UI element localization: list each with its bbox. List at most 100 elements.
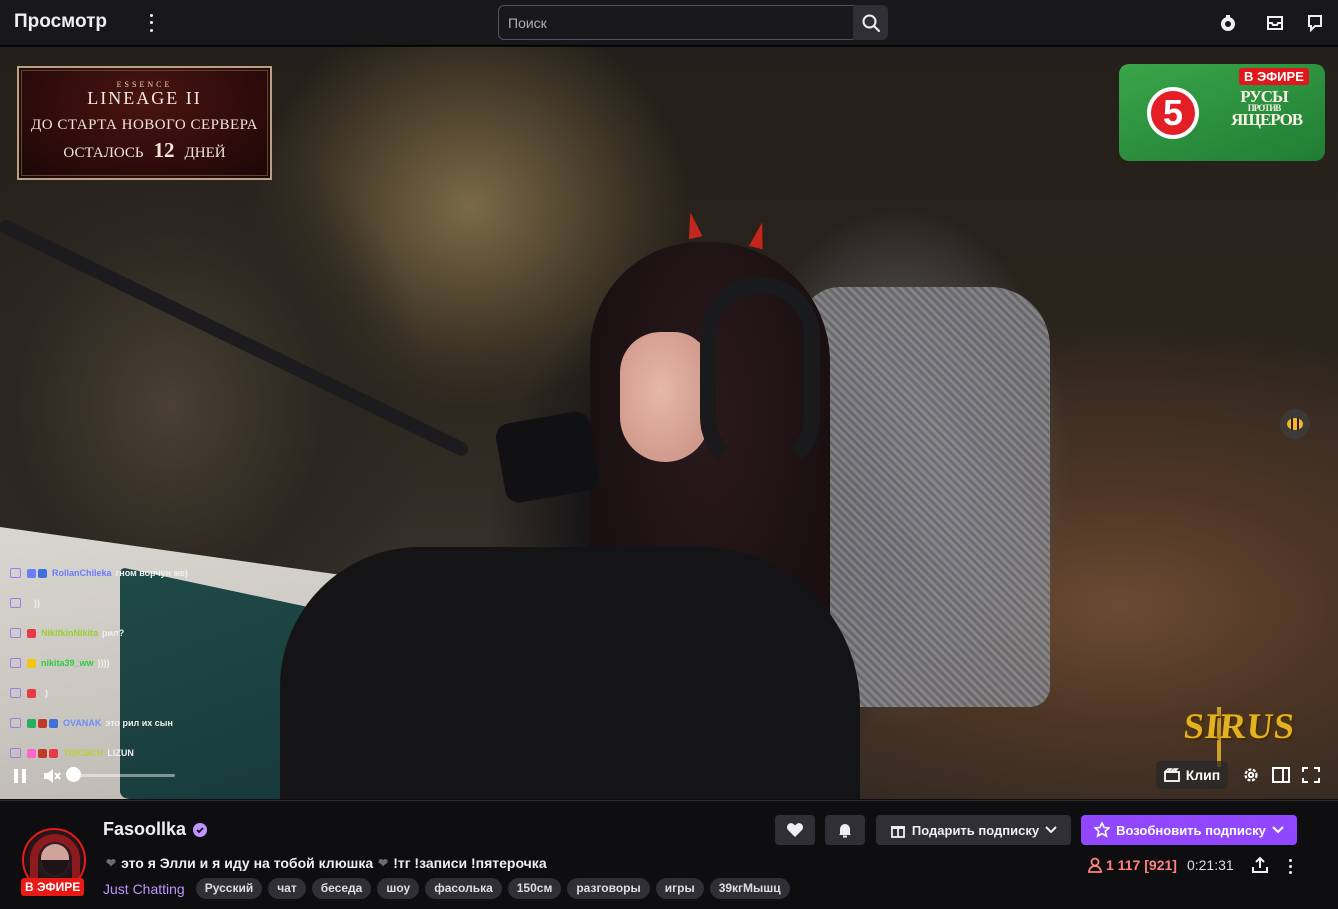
promo-line-2: ОСТАЛОСЬ 12 ДНЕЙ [63,138,225,163]
clip-button[interactable]: Клип [1156,761,1228,789]
search-bar [498,5,888,40]
chat-username[interactable]: RollanChileka [52,568,112,578]
search-icon [862,14,880,32]
viewer-icon [1088,857,1102,873]
show-title: РУСЫ ПРОТИВ ЯЩЕРОВ [1231,88,1303,128]
chat-badge-icon [27,568,36,578]
notifications-button[interactable] [825,815,865,845]
chat-username[interactable]: OVANAK [63,718,101,728]
prime-loot-icon[interactable] [1217,12,1239,34]
clip-icon [1163,768,1180,782]
search-input[interactable] [498,5,853,40]
chat-text: это рил их сын [105,718,173,728]
top-bar: Просмотр [0,0,1338,46]
whispers-icon[interactable] [1304,12,1326,34]
chat-message: NikitkinNikita рил? [10,618,250,648]
promo-line-2-pre: ОСТАЛОСЬ [63,145,144,161]
tag[interactable]: фасолька [425,878,502,899]
channel-logo: 5 [1147,87,1199,139]
tag[interactable]: 39кгМышц [709,878,790,899]
promo-days-count: 12 [153,138,175,162]
chat-badge-icon [49,718,58,728]
stream-title: ❤ это я Элли и я иду на тобой клюшка ❤ !… [106,855,547,871]
resubscribe-label: Возобновить подписку [1116,822,1266,838]
tv-live-tag: В ЭФИРЕ [1239,68,1309,85]
scene-horn [683,210,703,240]
settings-icon[interactable] [1242,766,1260,789]
chat-badge-icon [38,568,47,578]
viewer-count-extra: [921] [1144,857,1177,873]
chat-text: LIZUN [107,748,134,758]
bell-icon [839,824,851,838]
gift-subscription-button[interactable]: Подарить подписку [876,815,1071,845]
scene-microphone [493,409,602,505]
inbox-icon[interactable] [1264,12,1286,34]
search-button[interactable] [853,5,888,40]
category-link[interactable]: Just Chatting [103,881,185,897]
chat-message: nikita39_ww)))) [10,648,250,678]
tag[interactable]: Русский [195,878,263,899]
tag[interactable]: шоу [377,878,420,899]
stream-info-bar: В ЭФИРЕ Fasoollka ❤ это я Элли и я иду н… [0,800,1338,909]
kebab-icon[interactable] [144,12,158,34]
tag[interactable]: разговоры [567,878,650,899]
viewer-count-value: 1 117 [1106,857,1141,873]
chat-message: ) [10,678,250,708]
promo-banner: ESSENCE LINEAGE II ДО СТАРТА НОВОГО СЕРВ… [17,66,272,180]
bee-icon [1287,418,1303,430]
chat-text: )) [34,598,40,608]
video-player[interactable]: ESSENCE LINEAGE II ДО СТАРТА НОВОГО СЕРВ… [0,47,1338,799]
chat-message: OVANAK это рил их сын [10,708,250,738]
promo-line-2-post: ДНЕЙ [184,145,226,161]
sponsor-logo: SIRUS [1181,706,1298,746]
chat-badge-icon [27,658,36,668]
chat-username[interactable]: TOKSICH [63,748,103,758]
share-icon[interactable] [1251,856,1269,879]
tag[interactable]: беседа [311,878,372,899]
heart-icon [786,823,804,837]
chat-text: гном ворчун же) [115,568,188,578]
scene-streamer-face [620,332,710,462]
chat-message: RollanChileka гном ворчун же) [10,558,250,588]
page-title[interactable]: Просмотр [14,11,107,33]
twitch-glitch-icon [10,658,21,668]
chevron-down-icon [1272,826,1284,834]
tv-channel-badge: 5 В ЭФИРЕ РУСЫ ПРОТИВ ЯЩЕРОВ [1119,64,1325,161]
mute-icon[interactable] [43,768,61,789]
tag[interactable]: чат [268,878,306,899]
resubscribe-button[interactable]: Возобновить подписку [1081,815,1297,845]
twitch-glitch-icon [10,748,21,758]
tag[interactable]: игры [655,878,704,899]
verified-icon [193,822,208,837]
chat-text: рил? [102,628,125,638]
more-icon[interactable] [1285,857,1295,875]
fullscreen-icon[interactable] [1302,767,1320,788]
chat-badge-icon [27,718,36,728]
stream-stats: 1 117 [921] 0:21:31 [1088,857,1234,873]
stream-uptime: 0:21:31 [1186,857,1234,873]
chat-overlay: RollanChileka гном ворчун же))) NikitkinNi… [10,558,250,768]
channel-name-row: Fasoollka [103,819,208,840]
twitch-glitch-icon [10,568,21,578]
promo-brand: LINEAGE II [87,88,202,108]
chat-username[interactable]: nikita39_ww [41,658,94,668]
chat-username[interactable]: NikitkinNikita [41,628,98,638]
pause-icon[interactable] [14,769,28,783]
chat-badge-icon [27,748,36,758]
volume-slider-handle[interactable] [66,767,81,782]
chevron-down-icon [1045,826,1057,834]
live-badge: В ЭФИРЕ [21,878,85,896]
scene-horn [749,220,769,250]
chat-text: ) [45,688,48,698]
bee-extension-button[interactable] [1280,409,1310,439]
channel-name[interactable]: Fasoollka [103,819,186,840]
volume-slider-track[interactable] [72,774,175,777]
chat-message: )) [10,588,250,618]
twitch-glitch-icon [10,718,21,728]
tag[interactable]: 150см [507,878,562,899]
promo-line-1: ДО СТАРТА НОВОГО СЕРВЕРА [31,117,258,133]
theatre-mode-icon[interactable] [1272,767,1290,788]
gift-icon [890,826,905,838]
star-icon [1094,822,1111,838]
follow-button[interactable] [775,815,815,845]
